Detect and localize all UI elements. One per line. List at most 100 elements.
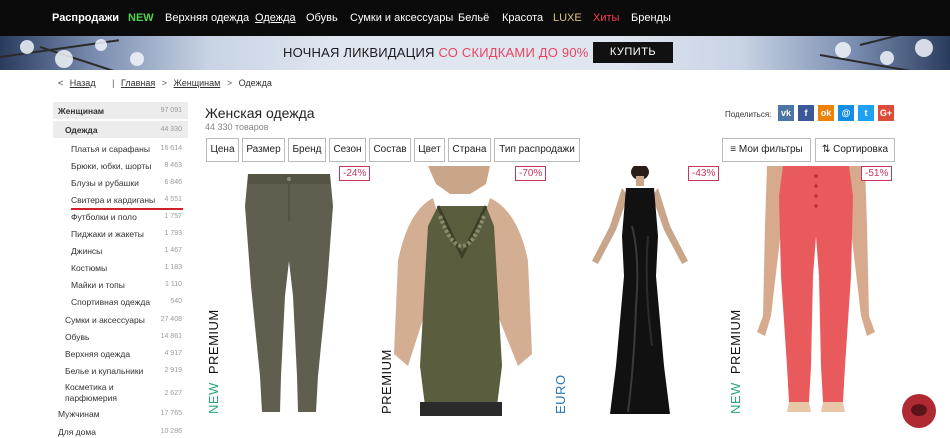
sidebar-item-count: 10 286 [160,428,182,435]
sidebar-item-count: 16 614 [160,145,182,152]
tag-premium: PREMIUM [379,349,394,414]
promo-banner[interactable]: НОЧНАЯ ЛИКВИДАЦИЯ СО СКИДКАМИ ДО 90% КУП… [0,36,950,70]
sidebar-item-label: Мужчинам [58,409,100,419]
discount-badge: -43% [688,166,720,181]
sidebar-item-label: Одежда [65,125,98,135]
filter-composition[interactable]: Состав [369,138,411,162]
product-tags: PREMIUM [379,349,394,414]
sidebar-item-count: 540 [170,298,182,305]
facebook-icon[interactable]: f [798,105,814,121]
filter-country[interactable]: Страна [448,138,491,162]
breadcrumb-women[interactable]: Женщинам [174,78,221,88]
product-tags: NEW PREMIUM [728,309,743,414]
nav-item-beauty[interactable]: Красота [502,0,543,36]
product-card[interactable]: -24% NEW PREMIUM [205,166,377,416]
nav-item-hits[interactable]: Хиты [593,0,619,36]
vk-icon[interactable]: vk [778,105,794,121]
chevron-right-icon: > [226,78,233,88]
chevron-right-icon: > [161,78,167,88]
tag-premium: PREMIUM [206,309,221,375]
sort-label: Сортировка [833,144,889,155]
sidebar-item-clothing[interactable]: Одежда 44 330 [53,121,188,138]
sort-icon: ⇅ [821,144,831,155]
share-label: Поделиться: [725,110,772,119]
nav-item-new[interactable]: NEW [128,0,154,36]
sidebar-item-count: 1 757 [164,213,182,220]
nav-item-shoes[interactable]: Обувь [306,0,338,36]
filter-price[interactable]: Цена [206,138,239,162]
sidebar-item-label: Спортивная одежда [71,297,151,307]
sidebar-item-label: Майки и топы [71,280,125,290]
sidebar-item-count: 1 110 [165,281,182,288]
sidebar-item-count: 2 919 [164,367,182,374]
back-link[interactable]: Назад [70,78,96,88]
tag-new: NEW [728,382,743,414]
back-arrow-icon[interactable]: < [58,78,63,88]
tag-premium: PREMIUM [728,309,743,375]
nav-item-bags[interactable]: Сумки и аксессуары [350,0,453,36]
nav-item-outerwear[interactable]: Верхняя одежда [165,0,249,36]
product-card[interactable]: -70% PREMIUM [378,166,550,416]
sidebar-item-label: Верхняя одежда [65,349,131,359]
sidebar-item-count: 44 330 [160,126,182,133]
product-image [592,164,688,414]
breadcrumb-current: Одежда [238,78,272,88]
sidebar-item-count: 8 463 [164,162,182,169]
breadcrumb-home[interactable]: Главная [121,78,155,88]
page-title: Женская одежда [205,105,315,121]
discount-badge: -51% [861,166,893,181]
my-filters-button[interactable]: ≡ Мои фильтры [722,138,811,162]
sidebar-item-count: 1 793 [164,230,182,237]
nav-item-sales[interactable]: Распродажи [52,0,119,36]
odnoklassniki-icon[interactable]: ok [818,105,834,121]
sidebar-item-label: Косметика и [65,382,114,392]
sidebar-item-label: Обувь [65,332,90,342]
chat-icon[interactable] [902,394,936,428]
banner-text: НОЧНАЯ ЛИКВИДАЦИЯ СО СКИДКАМИ ДО 90% [283,36,589,70]
sidebar-item-count: 17 765 [160,410,182,417]
sidebar-item-women[interactable]: Женщинам 97 091 [53,102,188,119]
sidebar-item-label: Футболки и поло [71,212,137,222]
sidebar-item-count: 2 627 [164,390,182,397]
sidebar-item-count: 4 551 [164,196,182,203]
sidebar-item-label: Джинсы [71,246,103,256]
banner-buy-button[interactable]: КУПИТЬ [593,42,673,63]
sidebar-item-label: Сумки и аксессуары [65,315,145,325]
moimir-icon[interactable]: @ [838,105,854,121]
sidebar-item-count: 97 091 [160,107,182,114]
active-item-underline [71,208,183,210]
sidebar-item-cosmetics[interactable]: Косметика и парфюмерия 2 627 [53,382,188,404]
discount-badge: -70% [515,166,547,181]
tag-euro: EURO [553,374,568,414]
sliders-icon: ≡ [730,144,737,155]
filter-sale-type[interactable]: Тип распродажи [494,138,580,162]
sidebar-item-count: 1 183 [164,264,182,271]
sidebar-item-label: Пиджаки и жакеты [71,229,144,239]
top-navigation: Распродажи NEW Верхняя одежда Одежда Обу… [0,0,950,36]
nav-item-clothing[interactable]: Одежда [255,0,296,36]
product-card[interactable]: -43% EURO [552,164,724,416]
sidebar-item-label-line2: парфюмерия [65,393,117,403]
product-card[interactable]: -51% NEW PREMIUM [727,166,899,416]
nav-item-luxe[interactable]: LUXE [553,0,582,36]
sidebar-item-label: Белье и купальники [65,366,144,376]
googleplus-icon[interactable]: G+ [878,105,894,121]
product-image [394,166,532,416]
nav-item-brands[interactable]: Бренды [631,0,671,36]
filter-color[interactable]: Цвет [414,138,445,162]
filter-size[interactable]: Размер [242,138,285,162]
product-count: 44 330 товаров [205,122,269,132]
product-tags: EURO [553,374,568,414]
sidebar-item-label: Для дома [58,427,96,437]
breadcrumb: < Назад | Главная > Женщинам > Одежда [58,78,272,88]
nav-item-lingerie[interactable]: Бельё [458,0,489,36]
sidebar-item-count: 1 467 [164,247,182,254]
banner-text-main: НОЧНАЯ ЛИКВИДАЦИЯ [283,45,435,60]
twitter-icon[interactable]: t [858,105,874,121]
sort-button[interactable]: ⇅ Сортировка [815,138,895,162]
filter-brand[interactable]: Бренд [288,138,326,162]
sidebar-item-count: 6 846 [164,179,182,186]
sidebar-item-count: 27 408 [160,316,182,323]
product-tags: NEW PREMIUM [206,309,221,414]
filter-season[interactable]: Сезон [329,138,366,162]
